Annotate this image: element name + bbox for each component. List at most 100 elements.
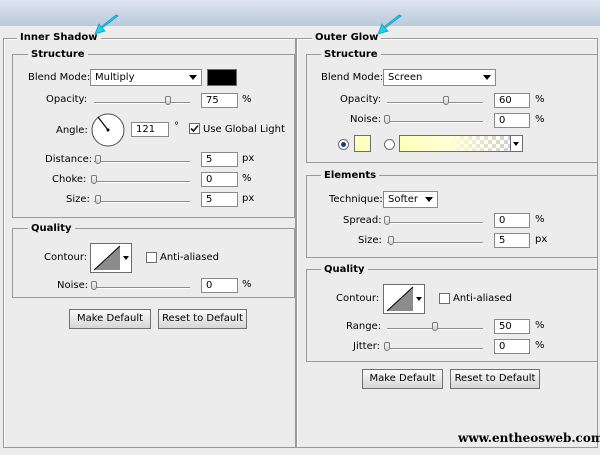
glow-anti-aliased-checkbox[interactable] [439,293,450,304]
glow-noise-label: Noise: [350,114,382,125]
glow-size-unit: px [535,234,548,245]
jitter-unit: % [535,340,545,351]
jitter-label: Jitter: [353,341,381,352]
glow-noise-slider-track[interactable] [387,121,483,123]
distance-slider-track[interactable] [94,161,190,163]
use-global-light-checkbox[interactable] [189,123,200,134]
glow-size-slider-handle[interactable] [388,236,394,245]
glow-opacity-label: Opacity: [340,94,382,105]
inner-shadow-title: Inner Shadow [17,32,101,43]
solid-color-radio[interactable] [338,139,349,150]
checkmark-icon [190,124,199,133]
spread-slider-handle[interactable] [384,216,390,225]
jitter-input[interactable]: 0 [494,339,530,354]
glow-size-input[interactable]: 5 [494,233,530,248]
blend-mode-label: Blend Mode: [28,72,91,83]
noise-input[interactable]: 0 [201,278,238,293]
glow-opacity-unit: % [535,94,545,105]
noise-unit: % [242,279,252,290]
outer-glow-quality-title: Quality [321,264,368,275]
glow-opacity-input[interactable]: 60 [494,93,530,108]
distance-input[interactable]: 5 [201,152,238,167]
outer-glow-title: Outer Glow [312,32,382,43]
size-slider-handle[interactable] [95,195,101,204]
blend-mode-value: Multiply [95,72,135,83]
noise-slider-track[interactable] [94,287,190,289]
choke-input[interactable]: 0 [201,172,238,187]
inner-shadow-structure-title: Structure [28,49,88,60]
choke-value: 0 [206,174,213,185]
technique-value: Softer [388,194,418,205]
glow-size-slider-track[interactable] [387,242,483,244]
range-input[interactable]: 50 [494,319,530,334]
gradient-dropdown[interactable] [511,135,523,152]
glow-blend-mode-select[interactable]: Screen [383,69,496,86]
outer-glow-structure-title: Structure [321,49,381,60]
arrow-pointer-icon [377,14,402,35]
noise-label: Noise: [57,280,89,291]
contour-linear-icon [93,245,121,271]
glow-reset-to-default-button[interactable]: Reset to Default [450,369,540,389]
choke-unit: % [242,173,252,184]
glow-make-default-button[interactable]: Make Default [362,369,443,389]
opacity-input[interactable]: 75 [201,93,238,108]
radio-dot-icon [341,142,346,147]
size-unit: px [242,193,255,204]
glow-opacity-value: 60 [499,95,512,106]
jitter-slider-handle[interactable] [384,342,390,351]
range-unit: % [535,320,545,331]
size-input[interactable]: 5 [201,192,238,207]
technique-select[interactable]: Softer [383,191,438,208]
glow-noise-value: 0 [499,115,506,126]
glow-noise-unit: % [535,114,545,125]
jitter-value: 0 [499,341,506,352]
choke-slider-track[interactable] [94,181,190,183]
angle-label: Angle: [56,125,88,136]
distance-slider-handle[interactable] [95,155,101,164]
distance-value: 5 [206,154,213,165]
noise-value: 0 [206,280,213,291]
anti-aliased-label: Anti-aliased [160,252,220,263]
glow-noise-slider-handle[interactable] [384,115,390,124]
distance-label: Distance: [45,154,93,165]
shadow-color-swatch[interactable] [207,69,237,86]
range-label: Range: [346,321,382,332]
opacity-label: Opacity: [46,94,88,105]
noise-slider-handle[interactable] [91,281,97,290]
opacity-slider-handle[interactable] [165,96,171,105]
choke-slider-handle[interactable] [91,175,97,184]
glow-blend-mode-label: Blend Mode: [321,72,384,83]
chevron-down-icon [483,75,491,80]
make-default-button[interactable]: Make Default [69,309,151,329]
glow-opacity-slider-track[interactable] [387,102,483,104]
range-slider-handle[interactable] [432,322,438,331]
glow-color-swatch[interactable] [354,135,371,152]
technique-label: Technique: [329,194,383,205]
size-slider-track[interactable] [94,201,190,203]
jitter-slider-track[interactable] [387,348,483,350]
contour-picker[interactable] [90,243,132,273]
spread-input[interactable]: 0 [494,213,530,228]
outer-glow-elements-title: Elements [321,170,380,181]
glow-gradient-swatch[interactable] [399,135,511,152]
opacity-slider-track[interactable] [94,102,190,104]
angle-unit: ° [174,121,179,132]
anti-aliased-checkbox[interactable] [146,252,157,263]
glow-anti-aliased-label: Anti-aliased [453,293,513,304]
angle-dial[interactable] [90,112,126,148]
inner-shadow-quality-title: Quality [28,223,75,234]
angle-input[interactable]: 121 [131,122,169,137]
range-value: 50 [499,321,512,332]
chevron-down-icon [416,297,422,301]
chevron-down-icon [123,256,129,260]
glow-opacity-slider-handle[interactable] [443,96,449,105]
gradient-radio[interactable] [384,139,395,150]
angle-value: 121 [136,124,156,135]
spread-slider-track[interactable] [387,222,483,224]
reset-to-default-button[interactable]: Reset to Default [158,309,247,329]
glow-contour-picker[interactable] [383,284,425,314]
opacity-unit: % [242,94,252,105]
top-gradient-bar [0,0,600,26]
blend-mode-select[interactable]: Multiply [90,69,202,86]
glow-noise-input[interactable]: 0 [494,113,530,128]
